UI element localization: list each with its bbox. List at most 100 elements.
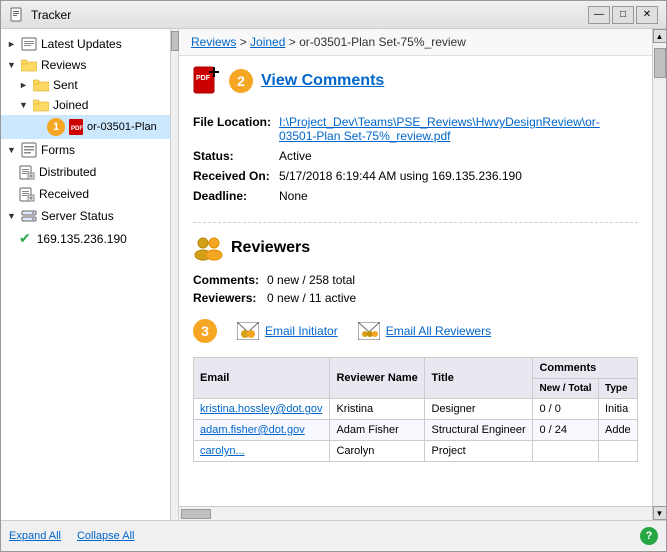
deadline-label: Deadline: — [193, 186, 279, 206]
view-comments-row: PDF 2 View Comments — [193, 66, 638, 96]
help-button[interactable]: ? — [640, 527, 658, 545]
reviewers-count-value: 0 new / 11 active — [267, 289, 364, 307]
scrollbar-thumb[interactable] — [171, 31, 179, 51]
reviewer-title-1: Structural Engineer — [425, 420, 533, 441]
title-bar-left: Tracker — [9, 7, 71, 23]
sidebar-scrollbar[interactable] — [171, 29, 179, 520]
email-action-row: 3 Email Initiator — [193, 319, 638, 343]
h-scrollbar-thumb[interactable] — [181, 509, 211, 519]
people-icon — [193, 235, 223, 261]
badge-3: 3 — [193, 319, 217, 343]
table-row: kristina.hossley@dot.gov Kristina Design… — [194, 399, 638, 420]
expand-arrow-reviews[interactable]: ▼ — [7, 60, 17, 70]
email-all-reviewers-button[interactable]: Email All Reviewers — [358, 322, 491, 340]
expand-arrow[interactable]: ► — [7, 39, 17, 49]
expand-arrow-forms[interactable]: ▼ — [7, 145, 17, 155]
sidebar-label-server-status: Server Status — [41, 209, 114, 223]
sidebar-label-distributed: Distributed — [39, 165, 96, 179]
reviewer-nt-0: 0 / 0 — [533, 399, 599, 420]
email-all-reviewers-label: Email All Reviewers — [386, 324, 491, 338]
expand-arrow-joined[interactable]: ▼ — [19, 100, 29, 110]
deadline-row: Deadline: None — [193, 186, 638, 206]
sidebar-item-server-ip[interactable]: ✔ 169.135.236.190 — [1, 227, 170, 250]
file-location-label: File Location: — [193, 112, 279, 146]
expand-all-link[interactable]: Expand All — [9, 530, 61, 542]
email-all-icon — [358, 322, 380, 340]
email-initiator-icon — [237, 322, 259, 340]
th-new-total: New / Total — [533, 379, 599, 399]
sidebar-item-latest-updates[interactable]: ► Latest Updates — [1, 33, 170, 55]
sidebar-label-latest-updates: Latest Updates — [41, 37, 122, 51]
th-reviewer-name: Reviewer Name — [330, 358, 425, 399]
th-comments-group: Comments — [533, 358, 638, 379]
sidebar-item-distributed[interactable]: Distributed — [1, 161, 170, 183]
folder-icon-joined — [33, 98, 49, 112]
server-icon — [21, 208, 37, 224]
th-type: Type — [598, 379, 637, 399]
comments-value: 0 new / 258 total — [267, 271, 364, 289]
status-label: Status: — [193, 146, 279, 166]
view-comments-link[interactable]: View Comments — [261, 72, 384, 90]
th-title: Title — [425, 358, 533, 399]
pdf-icon-or03501: PDF — [69, 119, 83, 135]
sidebar-label-reviews: Reviews — [41, 58, 86, 72]
reviewer-email-1[interactable]: adam.fisher@dot.gov — [200, 424, 305, 436]
sidebar-item-or03501[interactable]: 1 PDF or-03501-Plan — [1, 115, 170, 139]
sidebar-label-server-ip: 169.135.236.190 — [37, 232, 127, 246]
sidebar-label-received: Received — [39, 187, 89, 201]
reviewer-email-0[interactable]: kristina.hossley@dot.gov — [200, 403, 322, 415]
status-value: Active — [279, 146, 638, 166]
reviewers-info: Comments: 0 new / 258 total Reviewers: 0… — [193, 271, 638, 307]
right-scrollbar[interactable]: ▲ ▼ — [652, 29, 666, 520]
reviewers-count-label: Reviewers: — [193, 289, 267, 307]
file-location-value[interactable]: I:\Project_Dev\Teams\PSE_Reviews\HwvyDes… — [279, 115, 600, 143]
breadcrumb-reviews[interactable]: Reviews — [191, 35, 236, 49]
main-window: Tracker — □ ✕ ► Latest Updates — [0, 0, 667, 552]
folder-icon-reviews — [21, 58, 37, 72]
sidebar-bottom: Expand All Collapse All ? — [1, 520, 666, 551]
reviewer-title-0: Designer — [425, 399, 533, 420]
email-initiator-label: Email Initiator — [265, 324, 338, 338]
sidebar-item-sent[interactable]: ► Sent — [1, 75, 170, 95]
received-on-row: Received On: 5/17/2018 6:19:44 AM using … — [193, 166, 638, 186]
received-on-label: Received On: — [193, 166, 279, 186]
clock-icon — [21, 36, 37, 52]
check-icon: ✔ — [19, 230, 31, 247]
scroll-down-button[interactable]: ▼ — [653, 506, 667, 520]
svg-text:PDF: PDF — [71, 126, 83, 132]
expand-arrow-sent[interactable]: ► — [19, 80, 29, 90]
breadcrumb-joined[interactable]: Joined — [250, 35, 285, 49]
forms-icon — [21, 142, 37, 158]
breadcrumb-current: or-03501-Plan Set-75%_review — [299, 35, 466, 49]
v-scrollbar-thumb[interactable] — [654, 48, 666, 78]
horizontal-scrollbar[interactable] — [179, 506, 652, 520]
sidebar-item-received[interactable]: Received — [1, 183, 170, 205]
received-on-value: 5/17/2018 6:19:44 AM using 169.135.236.1… — [279, 166, 638, 186]
panel-body: PDF 2 View Comments File Location: I:\Pr… — [179, 56, 652, 506]
sidebar-item-forms[interactable]: ▼ Forms — [1, 139, 170, 161]
reviewer-type-2 — [598, 441, 637, 462]
main-content: ► Latest Updates ▼ Reviews — [1, 29, 666, 520]
folder-icon-sent — [33, 78, 49, 92]
restore-button[interactable]: □ — [612, 6, 634, 24]
collapse-all-link[interactable]: Collapse All — [77, 530, 134, 542]
form-item-icon-distributed — [19, 164, 35, 180]
badge-1: 1 — [47, 118, 65, 136]
reviewer-email-2[interactable]: carolyn... — [200, 445, 245, 457]
status-row: Status: Active — [193, 146, 638, 166]
minimize-button[interactable]: — — [588, 6, 610, 24]
window-title: Tracker — [31, 8, 71, 22]
right-panel: Reviews > Joined > or-03501-Plan Set-75%… — [179, 29, 652, 520]
scroll-up-button[interactable]: ▲ — [653, 29, 667, 43]
title-bar: Tracker — □ ✕ — [1, 1, 666, 29]
email-initiator-button[interactable]: Email Initiator — [237, 322, 338, 340]
expand-arrow-server[interactable]: ▼ — [7, 211, 17, 221]
sidebar-item-reviews[interactable]: ▼ Reviews — [1, 55, 170, 75]
sidebar-item-joined[interactable]: ▼ Joined — [1, 95, 170, 115]
comments-label: Comments: — [193, 271, 267, 289]
reviewer-name-0: Kristina — [330, 399, 425, 420]
close-button[interactable]: ✕ — [636, 6, 658, 24]
reviewer-nt-1: 0 / 24 — [533, 420, 599, 441]
app-icon — [9, 7, 25, 23]
sidebar-item-server-status[interactable]: ▼ Server Status — [1, 205, 170, 227]
